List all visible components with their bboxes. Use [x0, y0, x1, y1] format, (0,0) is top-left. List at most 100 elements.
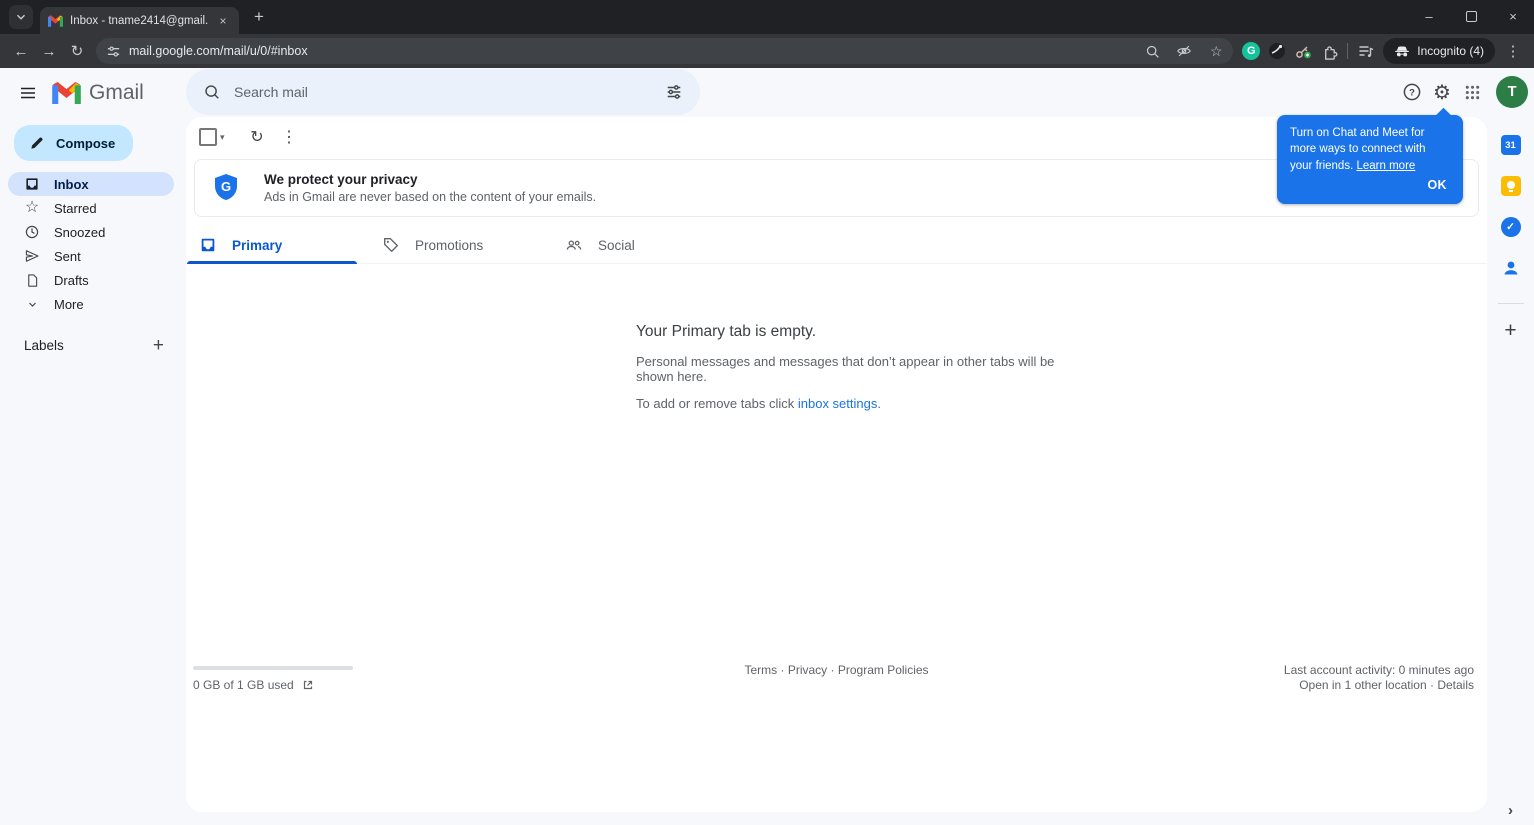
activity-location-line: Open in 1 other location · Details	[1284, 678, 1474, 693]
hide-side-panel-chevron[interactable]: ›	[1508, 802, 1513, 819]
url-text[interactable]: mail.google.com/mail/u/0/#inbox	[129, 44, 1132, 58]
privacy-banner-title: We protect your privacy	[264, 172, 418, 187]
compose-button[interactable]: Compose	[14, 125, 134, 161]
empty-state: Your Primary tab is empty. Personal mess…	[636, 323, 1076, 411]
footer-separator: ·	[830, 663, 835, 677]
browser-tab-active[interactable]: Inbox - tname2414@gmail.com ×	[40, 7, 239, 34]
select-dropdown-caret[interactable]: ▾	[220, 132, 225, 143]
incognito-label: Incognito (4)	[1417, 44, 1484, 58]
extension-icon-dark[interactable]	[1264, 38, 1290, 64]
terms-link[interactable]: Terms	[744, 663, 777, 677]
browser-tab-strip: Inbox - tname2414@gmail.com × + – ×	[0, 0, 1534, 34]
grammarly-extension-icon[interactable]: G	[1238, 38, 1264, 64]
empty-state-title: Your Primary tab is empty.	[636, 323, 817, 340]
calendar-button[interactable]: 31	[1500, 135, 1521, 155]
search-bar[interactable]	[186, 69, 700, 115]
browser-toolbar: ← → ↻ mail.google.com/mail/u/0/#inbox ☆ …	[0, 34, 1534, 68]
program-policies-link[interactable]: Program Policies	[838, 663, 929, 677]
back-button[interactable]: ←	[7, 37, 35, 65]
address-bar[interactable]: mail.google.com/mail/u/0/#inbox ☆	[96, 38, 1234, 64]
star-icon: ☆	[24, 199, 40, 216]
tab-social[interactable]: Social	[552, 227, 735, 263]
browser-tab-title: Inbox - tname2414@gmail.com	[70, 14, 208, 27]
get-addons-button[interactable]: +	[1504, 320, 1516, 341]
sidebar-item-snoozed[interactable]: Snoozed	[8, 220, 174, 244]
window-restore-button[interactable]	[1450, 0, 1492, 33]
new-tab-button[interactable]: +	[248, 7, 270, 27]
site-info-icon[interactable]	[106, 44, 121, 59]
forward-button[interactable]: →	[35, 37, 63, 65]
account-avatar[interactable]: T	[1496, 76, 1528, 108]
sidebar-item-sent[interactable]: Sent	[8, 244, 174, 268]
action-prefix: To add or remove tabs click	[636, 396, 798, 411]
learn-more-link[interactable]: Learn more	[1356, 158, 1415, 174]
help-button[interactable]: ?	[1397, 77, 1427, 107]
password-eye-icon[interactable]	[1172, 39, 1196, 63]
settings-button[interactable]: ⚙	[1427, 77, 1457, 107]
sidebar-item-drafts[interactable]: Drafts	[8, 268, 174, 292]
privacy-banner-subtitle: Ads in Gmail are never based on the cont…	[264, 190, 597, 204]
labels-title: Labels	[24, 338, 64, 353]
create-label-button[interactable]: +	[153, 336, 164, 355]
media-controls-icon[interactable]	[1353, 38, 1379, 64]
window-minimize-button[interactable]: –	[1408, 0, 1450, 33]
sidebar-item-starred[interactable]: ☆ Starred	[8, 196, 174, 220]
tab-primary[interactable]: Primary	[186, 227, 369, 264]
gmail-logo[interactable]: Gmail	[52, 81, 144, 105]
svg-text:?: ?	[1409, 88, 1415, 99]
contacts-icon	[1504, 261, 1517, 275]
tab-close-button[interactable]: ×	[215, 14, 231, 28]
empty-state-description: Personal messages and messages that don’…	[636, 354, 1055, 384]
main-menu-button[interactable]	[8, 73, 48, 113]
labels-section: Labels +	[24, 336, 164, 355]
contacts-button[interactable]	[1501, 258, 1521, 283]
sidebar-item-label: Inbox	[54, 176, 89, 192]
tab-search-button[interactable]	[9, 5, 33, 29]
compose-label: Compose	[56, 135, 116, 151]
toolbar-divider	[1347, 43, 1349, 59]
sidebar-item-inbox[interactable]: Inbox	[8, 172, 174, 196]
google-apps-button[interactable]	[1457, 77, 1487, 107]
incognito-spy-icon	[1395, 45, 1410, 56]
mail-list-panel: ▾ ↻ ⋮ G We protect your privacy Ads in G…	[186, 117, 1487, 812]
bookmark-star-icon[interactable]: ☆	[1204, 39, 1228, 63]
sidebar-item-more[interactable]: More	[8, 292, 174, 316]
tasks-button[interactable]: ✓	[1500, 217, 1521, 237]
privacy-link[interactable]: Privacy	[788, 663, 827, 677]
inbox-settings-link[interactable]: inbox settings	[798, 396, 878, 411]
activity-line: Last account activity: 0 minutes ago	[1283, 663, 1474, 677]
external-link-icon[interactable]	[302, 679, 314, 691]
action-suffix: .	[877, 396, 881, 411]
chevron-down-icon	[23, 297, 41, 312]
reload-button[interactable]: ↻	[63, 37, 91, 65]
tab-promotions[interactable]: Promotions	[369, 227, 552, 263]
sidebar-item-label: Sent	[54, 248, 81, 264]
clock-icon	[23, 224, 41, 240]
search-options-button[interactable]	[654, 72, 694, 112]
inbox-category-tabs: Primary Promotions Social	[186, 227, 1487, 264]
select-all-control[interactable]: ▾	[199, 128, 241, 146]
location-text: Open in 1 other location	[1299, 678, 1427, 692]
search-input[interactable]	[232, 83, 654, 101]
gear-icon: ⚙	[1433, 81, 1451, 104]
browser-menu-kebab[interactable]: ⋮	[1499, 37, 1527, 65]
refresh-button[interactable]: ↻	[241, 121, 273, 153]
help-icon: ?	[1403, 83, 1421, 101]
zoom-icon[interactable]	[1140, 39, 1164, 63]
sidebar-item-label: Snoozed	[54, 224, 106, 240]
gmail-wordmark: Gmail	[89, 80, 144, 104]
side-panel-rail: 31 ✓ + ›	[1487, 117, 1534, 825]
extensions-puzzle-icon[interactable]	[1316, 38, 1342, 64]
extension-icon-key[interactable]	[1290, 38, 1316, 64]
send-icon	[23, 248, 41, 264]
popup-ok-button[interactable]: OK	[1290, 177, 1450, 195]
window-close-button[interactable]: ×	[1492, 0, 1534, 33]
incognito-badge[interactable]: Incognito (4)	[1383, 38, 1495, 64]
search-button[interactable]	[192, 72, 232, 112]
browser-window: Inbox - tname2414@gmail.com × + – × ← → …	[0, 0, 1534, 825]
more-options-button[interactable]: ⋮	[273, 121, 305, 153]
select-all-checkbox[interactable]	[199, 128, 217, 146]
details-link[interactable]: Details	[1437, 678, 1474, 692]
storage-usage-text: 0 GB of 1 GB used	[193, 678, 294, 692]
keep-button[interactable]	[1500, 176, 1521, 196]
